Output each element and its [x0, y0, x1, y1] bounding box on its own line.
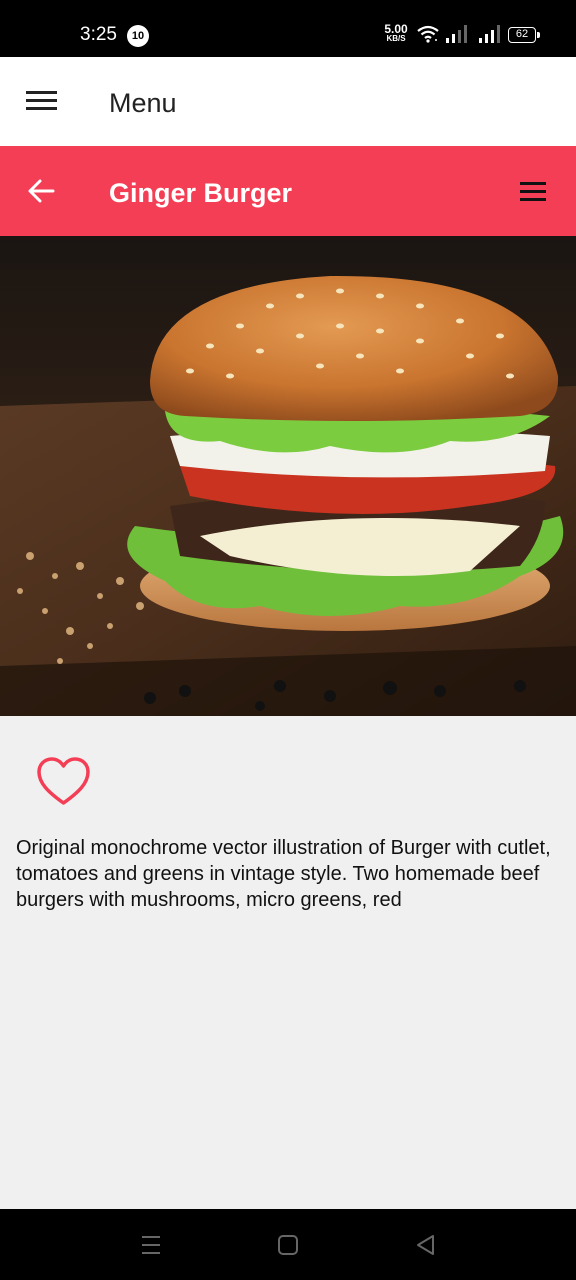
burger-photo: [0, 236, 576, 716]
system-nav-bar: [0, 1209, 576, 1280]
signal-icon: [446, 25, 467, 43]
menu-icon[interactable]: [26, 91, 57, 111]
network-speed-value: 5.00: [384, 22, 408, 36]
detail-header: Ginger Burger: [0, 146, 576, 236]
status-bar: 3:25 10 5.00 KB/S 62: [0, 0, 576, 57]
item-description: Original monochrome vector illustration …: [16, 837, 551, 911]
recent-apps-icon[interactable]: [139, 1233, 163, 1257]
notification-count-badge: 10: [127, 25, 149, 47]
hamburger-icon[interactable]: [520, 182, 546, 202]
heart-outline-icon[interactable]: [36, 756, 91, 808]
network-speed: 5.00 KB/S: [380, 22, 412, 44]
home-icon[interactable]: [276, 1233, 300, 1257]
item-details: Original monochrome vector illustration …: [0, 716, 576, 1209]
page-title: Ginger Burger: [109, 178, 293, 208]
top-bar-title: Menu: [109, 88, 177, 118]
back-triangle-icon[interactable]: [414, 1233, 438, 1257]
status-time: 3:25: [80, 24, 117, 45]
back-arrow-icon[interactable]: [26, 176, 56, 206]
wifi-icon: [417, 25, 439, 43]
signal-icon: [479, 25, 500, 43]
top-app-bar: Menu: [0, 57, 576, 146]
battery-icon: 62: [508, 27, 540, 43]
